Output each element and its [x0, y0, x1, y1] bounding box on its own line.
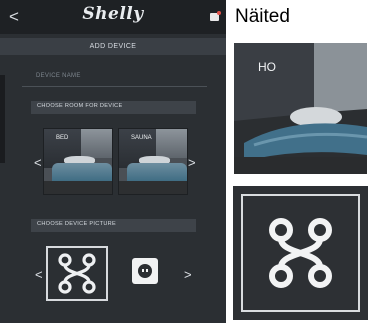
room-next-arrow[interactable]: >: [188, 156, 196, 169]
picture-section-header: CHOOSE DEVICE PICTURE: [31, 219, 196, 232]
drawer-handle[interactable]: [0, 75, 5, 163]
room-thumb-label: SAUNA: [131, 135, 152, 141]
shelly-logo: Shelly: [82, 4, 144, 24]
room-thumb-label: BED: [56, 135, 69, 141]
room-photo-bed: [127, 162, 187, 183]
room-photo-bed: [52, 162, 112, 183]
top-bar: < Shelly: [0, 0, 226, 34]
bedroom-photo-image: [234, 43, 367, 174]
room-prev-arrow[interactable]: <: [34, 156, 42, 169]
room-thumb-bed[interactable]: BED: [43, 128, 113, 195]
phone-screen: < Shelly ADD DEVICE DEVICE NAME CHOOSE R…: [0, 0, 226, 323]
room-photo-floor: [119, 181, 187, 194]
picture-prev-arrow[interactable]: <: [35, 268, 43, 281]
room-section-header: CHOOSE ROOM FOR DEVICE: [31, 101, 196, 114]
device-name-field[interactable]: DEVICE NAME: [22, 70, 207, 87]
picture-next-arrow[interactable]: >: [184, 268, 192, 281]
relay-icon-option[interactable]: [46, 246, 108, 301]
room-section-label: CHOOSE ROOM FOR DEVICE: [37, 103, 123, 109]
room-thumb-sauna[interactable]: SAUNA: [118, 128, 188, 195]
page-title-bar: ADD DEVICE: [0, 38, 226, 55]
example-photo-caption: HO: [258, 60, 276, 74]
socket-icon[interactable]: [132, 258, 158, 284]
example-room-photo: HO: [234, 43, 367, 174]
device-name-placeholder: DEVICE NAME: [36, 73, 81, 79]
camera-icon[interactable]: [210, 11, 221, 21]
examples-heading: Näited: [235, 6, 290, 27]
relay-icon: [269, 218, 332, 288]
picture-section-label: CHOOSE DEVICE PICTURE: [37, 221, 117, 227]
page-title: ADD DEVICE: [89, 43, 137, 50]
relay-icon: [58, 253, 96, 294]
example-relay-icon-tile: [233, 186, 368, 320]
room-photo-floor: [44, 181, 112, 194]
